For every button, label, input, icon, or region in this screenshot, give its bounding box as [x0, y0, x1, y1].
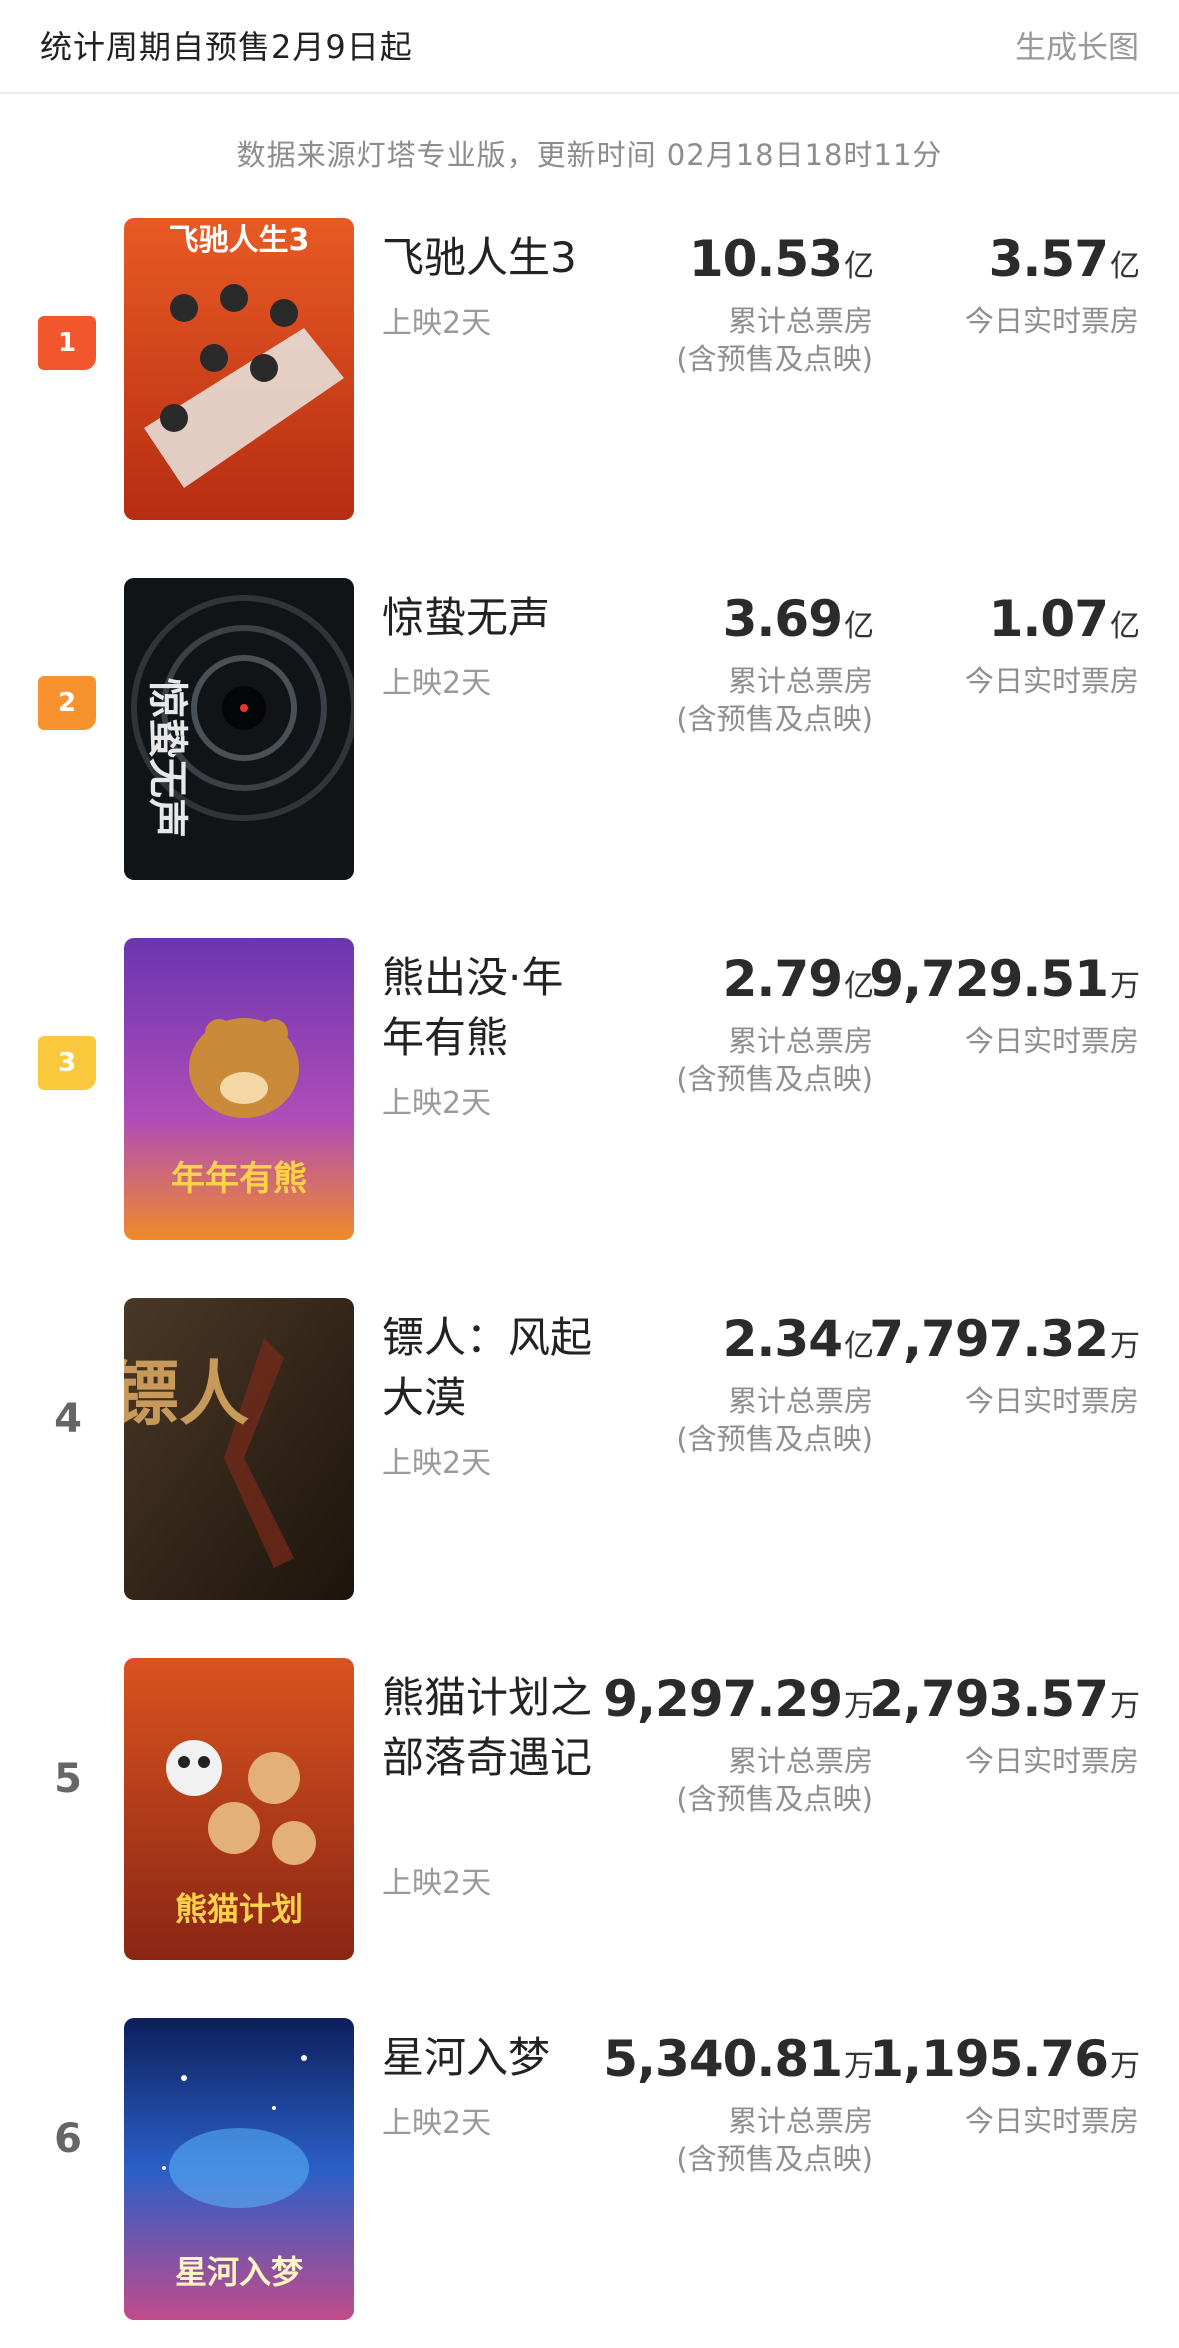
total-value: 3.69: [722, 590, 843, 648]
today-box-office-label: 今日实时票房: [964, 1024, 1139, 1058]
total-box-office-label: 累计总票房 (含预售及点映): [676, 2104, 873, 2176]
movie-title[interactable]: 熊猫计划之部落奇遇记: [382, 1668, 602, 1788]
generate-long-image-button[interactable]: 生成长图: [1015, 22, 1139, 67]
total-value: 9,297.29: [603, 1670, 843, 1728]
today-unit: 亿: [1110, 249, 1140, 284]
total-value: 2.79: [722, 950, 843, 1008]
total-box-office-label: 累计总票房 (含预售及点映): [676, 304, 873, 376]
rank-badge: 1: [38, 316, 96, 370]
poster-title: 熊猫计划: [175, 1890, 303, 1928]
poster-title: 飞驰人生3: [169, 223, 310, 258]
rank-badge: 2: [38, 676, 96, 730]
rank-number: 5: [54, 1756, 82, 1802]
movie-title[interactable]: 星河入梦: [382, 2028, 602, 2088]
today-unit: 万: [1110, 969, 1140, 1004]
today-box-office-value: 3.57亿: [988, 230, 1140, 288]
release-days: 上映2天: [382, 306, 492, 341]
rank-number: 4: [54, 1396, 82, 1442]
total-box-office-value: 2.79亿: [722, 950, 874, 1008]
total-value: 5,340.81: [603, 2030, 843, 2088]
today-value: 3.57: [988, 230, 1109, 288]
today-box-office-label: 今日实时票房: [964, 664, 1139, 698]
total-box-office-value: 5,340.81万: [603, 2030, 874, 2088]
today-unit: 万: [1110, 1689, 1140, 1724]
movie-poster[interactable]: 星河入梦: [124, 2018, 354, 2320]
poster-title: 星河入梦: [175, 2253, 303, 2291]
total-unit: 亿: [844, 249, 874, 284]
today-box-office-value: 2,793.57万: [869, 1670, 1140, 1728]
poster-title: 惊蛰无声: [144, 678, 190, 838]
today-unit: 万: [1110, 2049, 1140, 2084]
total-box-office-label: 累计总票房 (含预售及点映): [676, 664, 873, 736]
today-value: 1,195.76: [869, 2030, 1109, 2088]
movie-row-1[interactable]: 1 飞驰人生3 飞驰人生3 上映2天 10.53亿 3.57亿 累计总票房 (含预…: [0, 218, 1179, 548]
movie-title[interactable]: 惊蛰无声: [382, 588, 602, 648]
today-box-office-label: 今日实时票房: [964, 1384, 1139, 1418]
today-box-office-value: 1,195.76万: [869, 2030, 1140, 2088]
total-box-office-label: 累计总票房 (含预售及点映): [676, 1384, 873, 1456]
box-office-page: 统计周期自预售2月9日起 生成长图 数据来源灯塔专业版，更新时间 02月18日1…: [0, 0, 1179, 2340]
today-box-office-value: 7,797.32万: [869, 1310, 1140, 1368]
total-box-office-label: 累计总票房 (含预售及点映): [676, 1024, 873, 1096]
header-bar: 统计周期自预售2月9日起 生成长图: [0, 0, 1179, 94]
total-value: 2.34: [722, 1310, 843, 1368]
release-days: 上映2天: [382, 1086, 492, 1121]
movie-poster[interactable]: 镖人: [124, 1298, 354, 1600]
movie-poster[interactable]: 飞驰人生3: [124, 218, 354, 520]
release-days: 上映2天: [382, 1866, 492, 1901]
today-unit: 万: [1110, 1329, 1140, 1364]
today-box-office-value: 9,729.51万: [869, 950, 1140, 1008]
today-value: 2,793.57: [869, 1670, 1109, 1728]
movie-row-3[interactable]: 3 年年有熊 熊出没·年年有熊 上映2天 2.79亿 9,729.51万 累计总…: [0, 938, 1179, 1268]
movie-poster[interactable]: 熊猫计划: [124, 1658, 354, 1960]
movie-poster[interactable]: 年年有熊: [124, 938, 354, 1240]
total-box-office-value: 3.69亿: [722, 590, 874, 648]
total-box-office-label: 累计总票房 (含预售及点映): [676, 1744, 873, 1816]
movie-title[interactable]: 熊出没·年年有熊: [382, 948, 602, 1068]
today-value: 9,729.51: [869, 950, 1109, 1008]
movie-row-6[interactable]: 6 星河入梦 星河入梦 上映2天 5,340.81万 1,195.76万 累计总…: [0, 2018, 1179, 2348]
rank-badge: 3: [38, 1036, 96, 1090]
poster-title: 镖人: [124, 1353, 249, 1435]
movie-title[interactable]: 镖人：风起大漠: [382, 1308, 602, 1428]
statistics-period-title: 统计周期自预售2月9日起: [40, 28, 413, 66]
total-box-office-value: 9,297.29万: [603, 1670, 874, 1728]
today-box-office-label: 今日实时票房: [964, 2104, 1139, 2138]
movie-poster[interactable]: 惊蛰无声: [124, 578, 354, 880]
data-source-text: 数据来源灯塔专业版，更新时间 02月18日18时11分: [236, 138, 943, 172]
release-days: 上映2天: [382, 1446, 492, 1481]
movie-row-2[interactable]: 2 惊蛰无声 惊蛰无声 上映2天 3.69亿 1.07亿 累计总票房 (含预售及点…: [0, 578, 1179, 908]
poster-title: 年年有熊: [171, 1159, 307, 1199]
total-box-office-value: 2.34亿: [722, 1310, 874, 1368]
today-value: 1.07: [988, 590, 1109, 648]
movie-row-5[interactable]: 5 熊猫计划 熊猫计划之部落奇遇记 上映2天 9,297.29万 2,793.5…: [0, 1658, 1179, 1988]
movie-title[interactable]: 飞驰人生3: [382, 228, 602, 288]
today-box-office-label: 今日实时票房: [964, 1744, 1139, 1778]
today-unit: 亿: [1110, 609, 1140, 644]
release-days: 上映2天: [382, 2106, 492, 2141]
total-unit: 亿: [844, 609, 874, 644]
total-box-office-value: 10.53亿: [688, 230, 874, 288]
total-value: 10.53: [688, 230, 843, 288]
release-days: 上映2天: [382, 666, 492, 701]
movie-row-4[interactable]: 4 镖人 镖人：风起大漠 上映2天 2.34亿 7,797.32万 累计总票房(…: [0, 1298, 1179, 1628]
today-box-office-value: 1.07亿: [988, 590, 1140, 648]
today-box-office-label: 今日实时票房: [964, 304, 1139, 338]
today-value: 7,797.32: [869, 1310, 1109, 1368]
rank-number: 6: [54, 2116, 82, 2162]
